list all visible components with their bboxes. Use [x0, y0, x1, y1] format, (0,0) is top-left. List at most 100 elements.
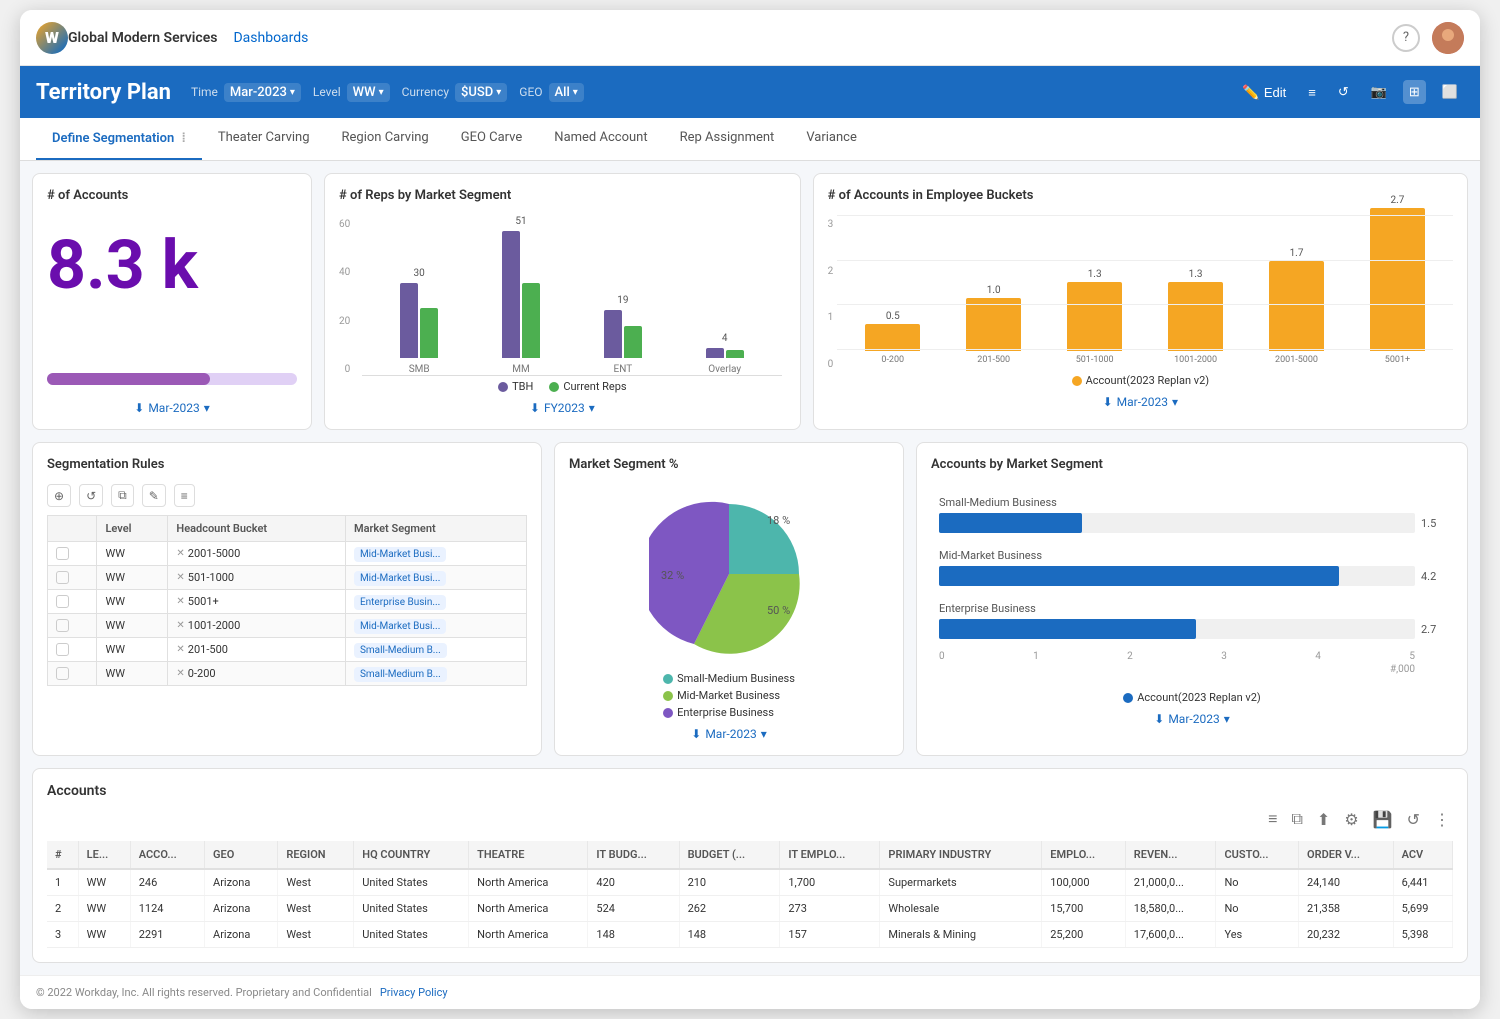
reps-footer[interactable]: ⬇ FY2023 ▾	[339, 401, 786, 415]
bar-smb-h	[939, 513, 1082, 533]
currency-filter[interactable]: $USD ▾	[455, 83, 507, 102]
chevron-down-icon: ▾	[573, 87, 578, 98]
tab-geo-carve[interactable]: GEO Carve	[445, 118, 539, 160]
table-row: 1 WW 246 Arizona West United States Nort…	[47, 869, 1453, 896]
edit-button[interactable]: ✏️ Edit	[1236, 80, 1292, 105]
accounts-section-title: Accounts	[47, 783, 1453, 799]
time-filter[interactable]: Mar-2023 ▾	[224, 83, 301, 102]
seg-add-button[interactable]: ⊕	[47, 484, 71, 507]
seg-undo-button[interactable]: ↺	[79, 484, 103, 507]
geo-filter[interactable]: All ▾	[549, 83, 584, 102]
level-filter[interactable]: WW ▾	[347, 83, 390, 102]
page-footer: © 2022 Workday, Inc. All rights reserved…	[20, 975, 1480, 1009]
tab-named-account[interactable]: Named Account	[538, 118, 663, 160]
filter-icon-small: ⬇	[1154, 712, 1164, 726]
table-export-button[interactable]: ⬆	[1314, 807, 1333, 833]
grid-view-button[interactable]: ⊞	[1403, 80, 1426, 104]
market-seg-footer[interactable]: ⬇ Mar-2023 ▾	[569, 727, 889, 741]
filter-time: Time Mar-2023 ▾	[191, 83, 301, 102]
pie-container: 18 % 50 % 32 %	[649, 494, 809, 654]
tab-define-segmentation[interactable]: Define Segmentation ⁞	[36, 118, 202, 160]
h-bar-ent: Enterprise Business 2.7	[939, 602, 1445, 639]
user-avatar[interactable]	[1432, 22, 1464, 54]
tab-rep-assignment[interactable]: Rep Assignment	[664, 118, 791, 160]
svg-text:18 %: 18 %	[767, 514, 790, 527]
reps-card: # of Reps by Market Segment 60 40 20 0	[324, 173, 801, 430]
accounts-data-table: # LE... ACCO... GEO REGION HQ COUNTRY TH…	[47, 841, 1453, 948]
table-more-button[interactable]: ⋮	[1431, 807, 1453, 833]
filter-icon-small: ⬇	[134, 401, 144, 415]
accounts-card: # of Accounts 8.3 k ⬇ Mar-2023 ▾	[32, 173, 312, 430]
tab-theater-carving[interactable]: Theater Carving	[202, 118, 326, 160]
accounts-market-footer[interactable]: ⬇ Mar-2023 ▾	[931, 712, 1453, 726]
video-button[interactable]: ⬜	[1436, 80, 1464, 104]
tab-region-carving[interactable]: Region Carving	[326, 118, 445, 160]
table-row: 2 WW 1124 Arizona West United States Nor…	[47, 896, 1453, 922]
table-save-button[interactable]: 💾	[1370, 807, 1396, 833]
buckets-bar-chart: 0.5 0-200 1.0 201-500 1.3	[837, 215, 1453, 365]
legend-ent-dot	[663, 708, 673, 718]
chevron-down-icon: ▾	[761, 727, 767, 741]
accounts-progress	[47, 373, 297, 385]
filter-icon-small: ⬇	[1103, 395, 1113, 409]
tab-variance[interactable]: Variance	[790, 118, 873, 160]
bar-mm-h	[939, 566, 1339, 586]
filter-icon: ≡	[1308, 85, 1316, 100]
table-refresh-button[interactable]: ↺	[1404, 807, 1423, 833]
table-filter-button[interactable]: ≡	[1265, 807, 1280, 833]
row-checkbox[interactable]	[56, 619, 69, 632]
help-icon[interactable]: ?	[1392, 24, 1420, 52]
accounts-footer[interactable]: ⬇ Mar-2023 ▾	[47, 401, 297, 415]
row-checkbox[interactable]	[56, 595, 69, 608]
row-checkbox[interactable]	[56, 643, 69, 656]
bar-overlay-current	[726, 350, 744, 358]
seg-copy-button[interactable]: ⧉	[111, 484, 134, 507]
camera-button[interactable]: 📷	[1365, 80, 1393, 104]
filter-currency: Currency $USD ▾	[402, 83, 508, 102]
pie-chart-svg: 18 % 50 % 32 %	[649, 494, 809, 654]
reps-legend: TBH Current Reps	[339, 380, 786, 393]
chevron-down-icon: ▾	[589, 401, 595, 415]
chevron-down-icon: ▾	[379, 87, 384, 98]
pie-legend: Small-Medium Business Mid-Market Busines…	[663, 672, 795, 719]
progress-fill	[47, 373, 210, 385]
workday-logo: W	[36, 22, 68, 54]
dashboards-link[interactable]: Dashboards	[233, 30, 308, 46]
row-checkbox[interactable]	[56, 667, 69, 680]
table-copy-button[interactable]: ⧉	[1288, 807, 1305, 833]
seg-edit-button[interactable]: ✎	[142, 484, 166, 507]
camera-icon: 📷	[1371, 84, 1387, 100]
row-checkbox[interactable]	[56, 571, 69, 584]
filter-icon-small: ⬇	[530, 401, 540, 415]
buckets-card-title: # of Accounts in Employee Buckets	[828, 188, 1453, 203]
table-row: 3 WW 2291 Arizona West United States Nor…	[47, 922, 1453, 948]
blue-header: Territory Plan Time Mar-2023 ▾ Level WW …	[20, 66, 1480, 118]
filter-geo: GEO All ▾	[519, 83, 584, 102]
seg-filter-button[interactable]: ≡	[174, 484, 195, 507]
table-row: WW ✕ 0-200 Small-Medium B...	[48, 662, 527, 686]
legend-tbh-dot	[498, 382, 508, 392]
buckets-footer[interactable]: ⬇ Mar-2023 ▾	[828, 395, 1453, 409]
seg-toolbar: ⊕ ↺ ⧉ ✎ ≡	[47, 484, 527, 507]
bar-0-200	[865, 324, 920, 351]
accounts-section: Accounts ≡ ⧉ ⬆ ⚙ 💾 ↺ ⋮ # LE... ACCO...	[32, 768, 1468, 963]
privacy-policy-link[interactable]: Privacy Policy	[380, 986, 448, 999]
pie-chart-wrap: 18 % 50 % 32 % Small-Medium Business Mid	[569, 484, 889, 719]
filter-button[interactable]: ≡	[1302, 81, 1322, 104]
reps-bar-chart: 30 SMB 51	[358, 215, 785, 375]
table-settings-button[interactable]: ⚙	[1341, 807, 1361, 833]
app-name: Global Modern Services	[68, 30, 217, 46]
segmentation-rules-card: Segmentation Rules ⊕ ↺ ⧉ ✎ ≡ Level Headc…	[32, 442, 542, 756]
svg-text:50 %: 50 %	[767, 604, 790, 617]
row-checkbox[interactable]	[56, 547, 69, 560]
tab-navigation: Define Segmentation ⁞ Theater Carving Re…	[20, 118, 1480, 161]
buckets-legend: Account(2023 Replan v2)	[828, 374, 1453, 387]
refresh-button[interactable]: ↺	[1332, 80, 1355, 104]
table-toolbar: ≡ ⧉ ⬆ ⚙ 💾 ↺ ⋮	[47, 807, 1453, 833]
market-seg-title: Market Segment %	[569, 457, 889, 472]
chevron-down-icon: ▾	[290, 87, 295, 98]
accounts-market-legend: Account(2023 Replan v2)	[931, 691, 1453, 704]
svg-text:32 %: 32 %	[661, 569, 684, 582]
table-row: WW ✕ 1001-2000 Mid-Market Busi...	[48, 614, 527, 638]
page-title: Territory Plan	[36, 80, 171, 105]
